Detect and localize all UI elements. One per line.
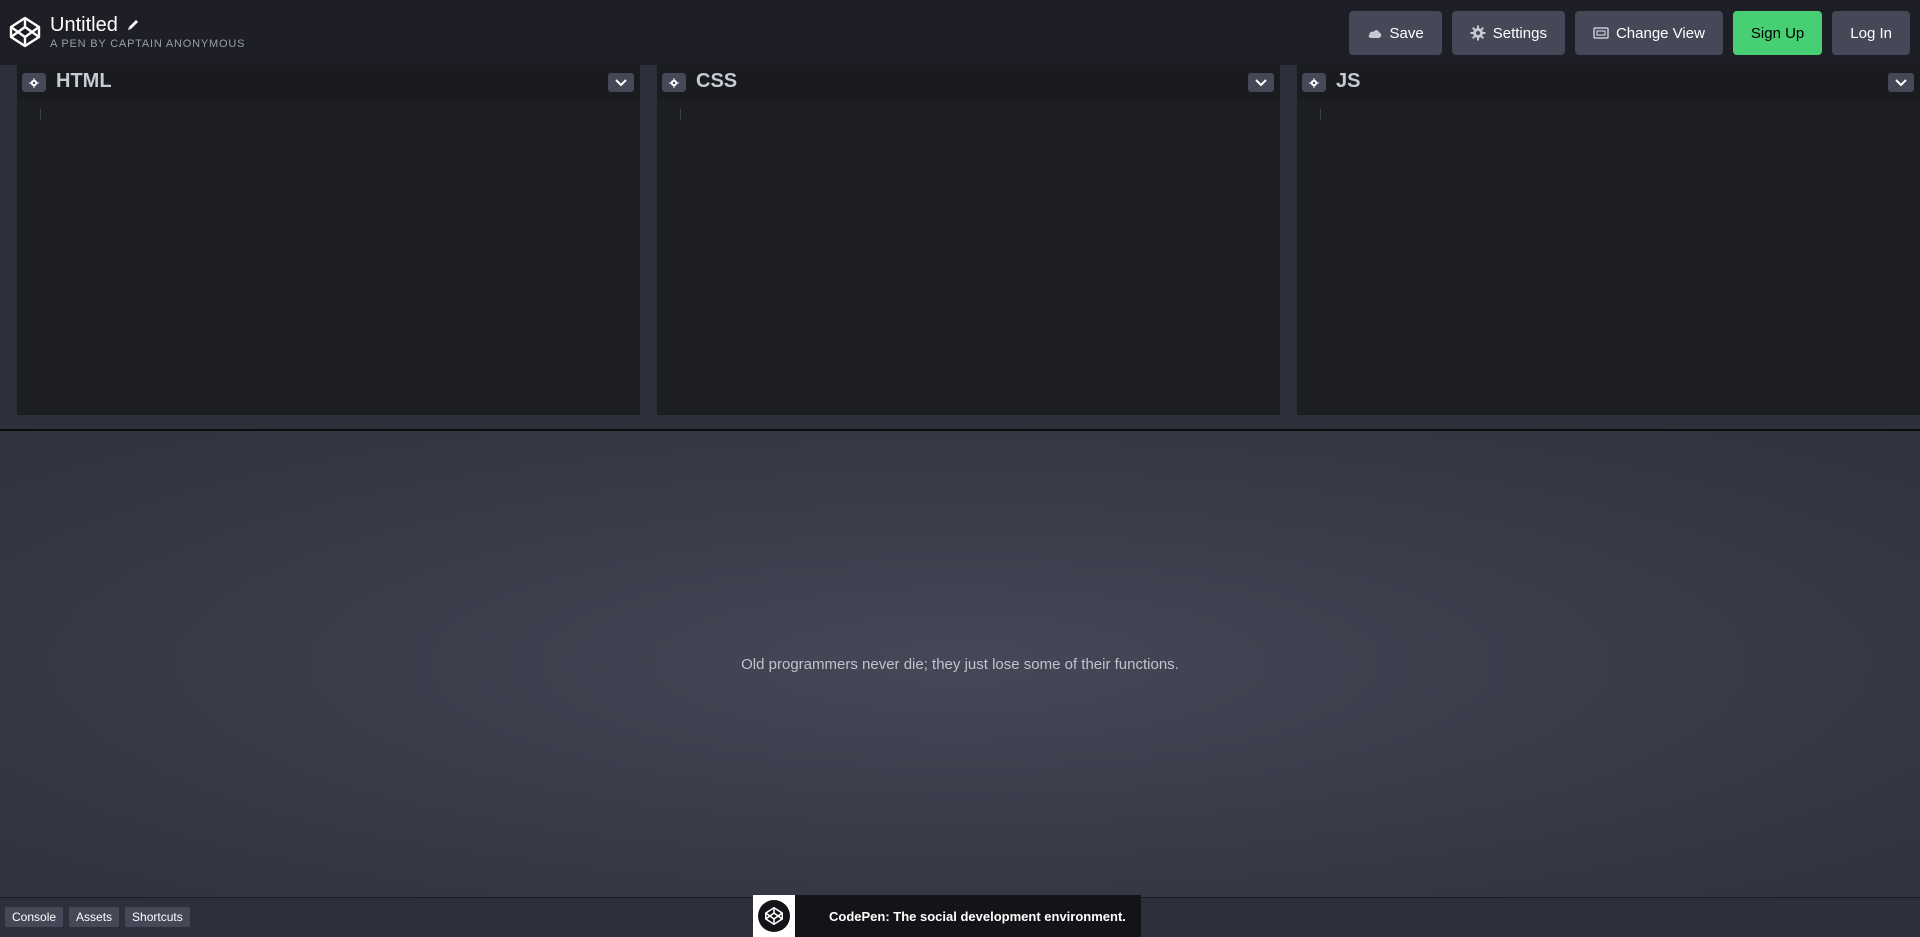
pen-title[interactable]: Untitled (50, 12, 118, 38)
editor-title: CSS (696, 70, 738, 92)
editor-header: JS (1297, 65, 1920, 99)
editor-title: HTML (56, 70, 112, 92)
gear-icon[interactable] (662, 73, 686, 92)
text-cursor (1320, 109, 1321, 120)
codepen-logo-icon (753, 895, 795, 937)
gear-icon[interactable] (1302, 73, 1326, 92)
code-input[interactable] (657, 99, 1280, 415)
log-in-button[interactable]: Log In (1832, 11, 1910, 55)
pen-title-area: Untitled A PEN BY CAPTAIN ANONYMOUS (50, 12, 245, 50)
js-editor[interactable]: JS (1297, 65, 1920, 415)
settings-label: Settings (1492, 24, 1547, 42)
editor-area: HTML CSS JS (0, 65, 1920, 430)
promo-text: CodePen: The social development environm… (829, 908, 1126, 924)
shortcuts-button[interactable]: Shortcuts (125, 907, 190, 927)
text-cursor (680, 109, 681, 120)
console-button[interactable]: Console (5, 907, 64, 927)
save-button[interactable]: Save (1348, 11, 1442, 55)
codepen-logo-icon[interactable] (8, 15, 42, 49)
header-actions: Save Settings Change View Sign Up Log In (1348, 11, 1910, 55)
sign-up-label: Sign Up (1750, 24, 1805, 42)
css-editor[interactable]: CSS (657, 65, 1280, 415)
preview-message: Old programmers never die; they just los… (741, 656, 1179, 673)
editor-resizer-handle[interactable] (1280, 65, 1297, 415)
result-preview[interactable]: Old programmers never die; they just los… (0, 431, 1920, 897)
editor-header: HTML (17, 65, 640, 99)
pencil-icon[interactable] (126, 18, 140, 32)
footer-buttons: Console Assets Shortcuts (5, 907, 190, 927)
settings-button[interactable]: Settings (1451, 11, 1565, 55)
code-input[interactable] (1297, 99, 1920, 415)
gear-icon (1470, 25, 1486, 41)
change-view-button[interactable]: Change View (1574, 11, 1723, 55)
pen-author: A PEN BY CAPTAIN ANONYMOUS (50, 38, 246, 50)
editor-resizer-handle[interactable] (640, 65, 657, 415)
chevron-down-icon[interactable] (1888, 73, 1914, 92)
change-view-label: Change View (1615, 24, 1705, 42)
log-in-label: Log In (1850, 24, 1892, 42)
save-label: Save (1389, 24, 1424, 42)
sign-up-button[interactable]: Sign Up (1732, 11, 1823, 55)
assets-button[interactable]: Assets (69, 907, 120, 927)
gear-icon[interactable] (22, 73, 46, 92)
layout-icon (1593, 25, 1609, 41)
chevron-down-icon[interactable] (608, 73, 634, 92)
promo-banner[interactable]: CodePen: The social development environm… (753, 895, 1141, 937)
editor-header: CSS (657, 65, 1280, 99)
cloud-icon (1367, 25, 1383, 41)
html-editor[interactable]: HTML (17, 65, 640, 415)
editor-title: JS (1336, 70, 1361, 92)
chevron-down-icon[interactable] (1248, 73, 1274, 92)
editor-resizer-handle[interactable] (0, 65, 17, 415)
top-header: Untitled A PEN BY CAPTAIN ANONYMOUS Save (0, 0, 1920, 65)
text-cursor (40, 109, 41, 120)
code-input[interactable] (17, 99, 640, 415)
